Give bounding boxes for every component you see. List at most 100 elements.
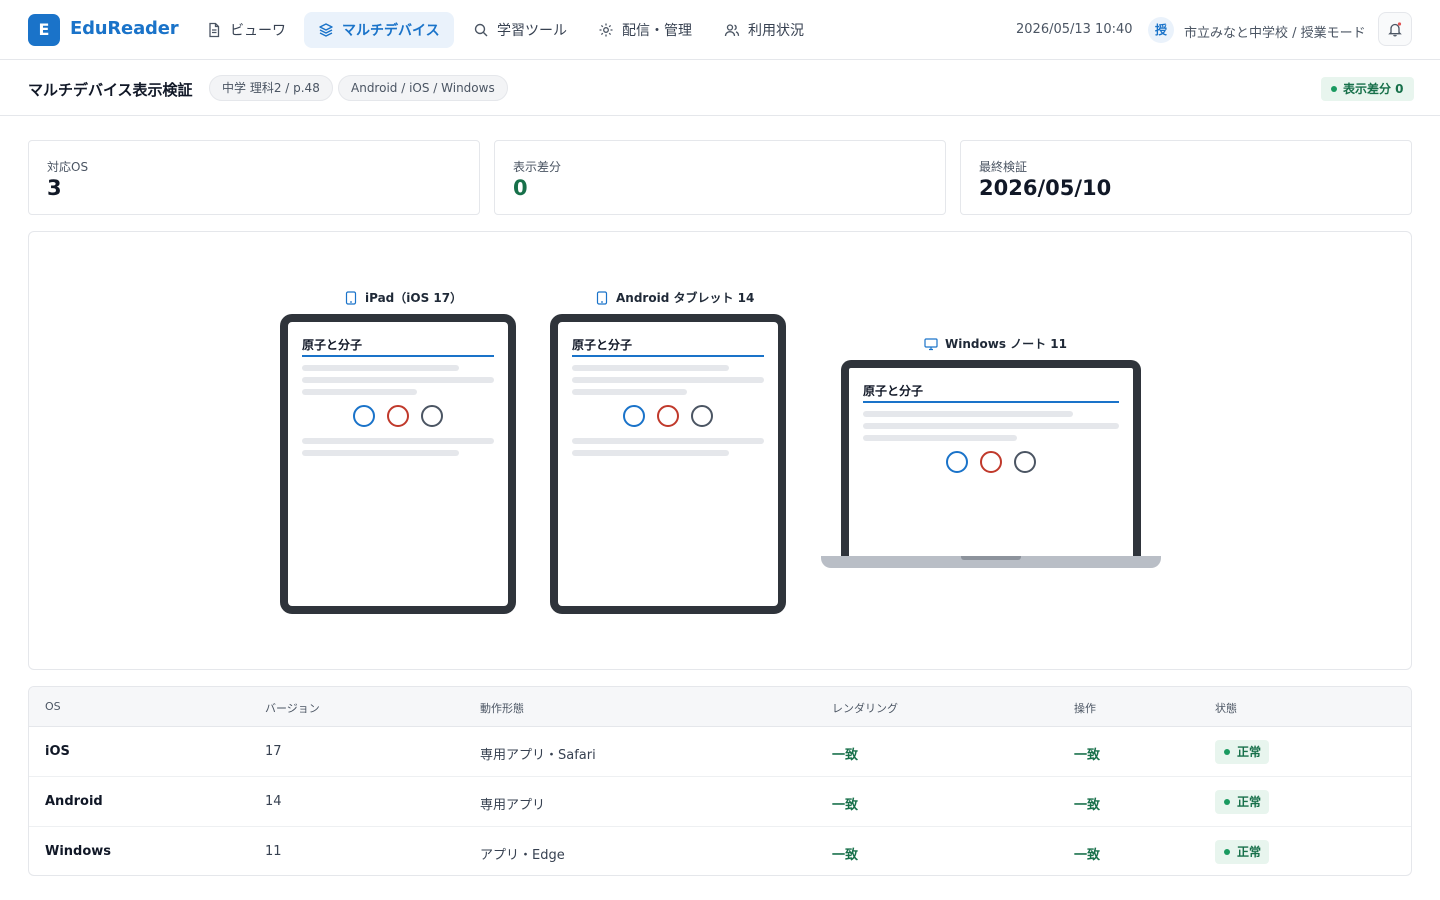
status-badge: 正常	[1215, 740, 1270, 764]
users-icon	[724, 24, 740, 37]
nav-item-viewer[interactable]: ビューワ	[192, 12, 300, 48]
column-header-version: バージョン	[265, 702, 320, 715]
placeholder-line	[572, 389, 687, 395]
cell-version: 17	[265, 744, 282, 759]
table-row[interactable]: Windows 11 アプリ・Edge 一致 一致 正常	[29, 827, 1411, 875]
screen-title: 原子と分子	[302, 338, 363, 352]
placeholder-line	[302, 365, 459, 371]
page-header: マルチデバイス表示検証 中学 理科2 / p.48 Android / iOS …	[0, 60, 1440, 116]
cell-rendering: 一致	[832, 798, 859, 813]
tablet-icon	[345, 290, 357, 305]
page-title: マルチデバイス表示検証	[28, 81, 193, 99]
circle-gray-icon	[421, 405, 443, 427]
placeholder-line	[302, 450, 459, 456]
cell-mode: 専用アプリ	[480, 798, 546, 813]
cell-os: iOS	[45, 744, 70, 759]
cell-os: Windows	[45, 844, 112, 859]
stat-value: 0	[513, 176, 528, 200]
bell-icon	[1388, 22, 1402, 37]
android-tablet-mockup: 原子と分子	[550, 314, 786, 614]
circle-blue-icon	[353, 405, 375, 427]
device-caption-windows: Windows ノート 11	[924, 335, 1067, 352]
status-badge: 表示差分 0	[1321, 77, 1414, 101]
cell-rendering: 一致	[832, 748, 859, 763]
search-icon	[474, 23, 488, 37]
placeholder-line	[863, 435, 1017, 441]
placeholder-line	[302, 438, 494, 444]
column-header-rendering: レンダリング	[832, 702, 898, 715]
cell-version: 14	[265, 794, 282, 809]
device-caption-android: Android タブレット 14	[595, 289, 754, 306]
placeholder-line	[572, 450, 729, 456]
screen-title-rule	[302, 355, 494, 357]
cell-version: 11	[265, 844, 282, 859]
nav-item-viewer-label: ビューワ	[230, 23, 286, 39]
nav-item-distribution[interactable]: 配信・管理	[584, 12, 706, 48]
circle-blue-icon	[946, 451, 968, 473]
stat-card-os: 対応OS 3	[28, 140, 480, 215]
laptop-notch	[961, 556, 1021, 560]
column-header-mode: 動作形態	[480, 702, 524, 715]
os-verification-table: OS バージョン 動作形態 レンダリング 操作 状態 iOS 17 専用アプリ・…	[28, 686, 1412, 876]
notification-button[interactable]	[1378, 12, 1412, 46]
cell-mode: アプリ・Edge	[480, 848, 565, 863]
stat-value: 3	[47, 176, 62, 200]
circle-gray-icon	[1014, 451, 1036, 473]
stat-card-diff: 表示差分 0	[494, 140, 946, 215]
placeholder-line	[302, 389, 417, 395]
cell-operation: 一致	[1074, 798, 1101, 813]
user-label[interactable]: 市立みなと中学校 / 授業モード	[1184, 22, 1366, 41]
table-header: OS バージョン 動作形態 レンダリング 操作 状態	[29, 687, 1411, 727]
circle-blue-icon	[623, 405, 645, 427]
cell-rendering: 一致	[832, 848, 859, 863]
status-badge: 正常	[1215, 840, 1270, 864]
circle-red-icon	[387, 405, 409, 427]
nav-item-learning-tools-label: 学習ツール	[497, 23, 567, 39]
device-caption-label: iPad（iOS 17）	[365, 291, 463, 305]
windows-laptop-mockup: 原子と分子	[841, 360, 1141, 556]
stat-label: 表示差分	[513, 160, 562, 174]
device-caption-label: Android タブレット 14	[616, 291, 755, 305]
app-name[interactable]: EduReader	[70, 18, 179, 39]
textbook-chip: 中学 理科2 / p.48	[209, 75, 333, 101]
top-bar: E EduReader ビューワ マルチデバイス 学習ツール 配信・管理 利用状…	[0, 0, 1440, 60]
column-header-operation: 操作	[1074, 702, 1096, 715]
placeholder-line	[863, 411, 1073, 417]
nav-item-learning-tools[interactable]: 学習ツール	[459, 12, 581, 48]
cell-mode: 専用アプリ・Safari	[480, 748, 596, 763]
column-header-os: OS	[45, 700, 61, 713]
cell-operation: 一致	[1074, 748, 1101, 763]
nav-item-multidevice[interactable]: マルチデバイス	[304, 12, 454, 48]
nav-item-usage[interactable]: 利用状況	[710, 12, 818, 48]
placeholder-line	[302, 377, 494, 383]
ipad-mockup: 原子と分子	[280, 314, 516, 614]
stat-card-last-verified: 最終検証 2026/05/10	[960, 140, 1412, 215]
tablet-icon	[596, 290, 608, 305]
stat-label: 最終検証	[979, 160, 1028, 174]
platform-chip: Android / iOS / Windows	[338, 75, 508, 101]
table-row[interactable]: Android 14 専用アプリ 一致 一致 正常	[29, 777, 1411, 827]
screen-title-rule	[572, 355, 764, 357]
cell-operation: 一致	[1074, 848, 1101, 863]
device-caption-label: Windows ノート 11	[945, 337, 1068, 351]
status-badge: 正常	[1215, 790, 1270, 814]
device-caption-ipad: iPad（iOS 17）	[344, 289, 462, 306]
avatar[interactable]: 授	[1148, 17, 1174, 43]
placeholder-line	[572, 377, 764, 383]
circle-red-icon	[980, 451, 1002, 473]
table-row[interactable]: iOS 17 専用アプリ・Safari 一致 一致 正常	[29, 727, 1411, 777]
layers-icon	[319, 23, 333, 37]
circle-gray-icon	[691, 405, 713, 427]
nav-item-multidevice-label: マルチデバイス	[342, 23, 440, 39]
gear-icon	[599, 23, 613, 37]
device-preview-panel: iPad（iOS 17） 原子と分子 Android タブレット 14 原子と分…	[28, 231, 1412, 670]
monitor-icon	[924, 337, 938, 350]
screen-title: 原子と分子	[863, 384, 924, 398]
placeholder-line	[572, 365, 729, 371]
column-header-status: 状態	[1215, 702, 1237, 715]
current-datetime: 2026/05/13 10:40	[1016, 22, 1133, 37]
nav-item-usage-label: 利用状況	[748, 23, 804, 39]
nav-item-distribution-label: 配信・管理	[622, 23, 692, 39]
app-logo-mark[interactable]: E	[28, 14, 60, 46]
stat-value: 2026/05/10	[979, 176, 1112, 200]
